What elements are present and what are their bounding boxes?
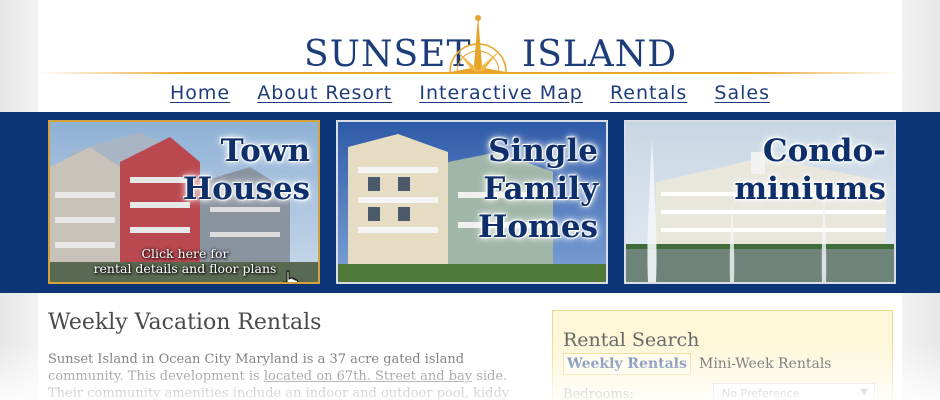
featured-band: Town Houses Click here for rental detail…: [0, 112, 940, 293]
main-content: Weekly Vacation Rentals Sunset Island in…: [48, 310, 528, 400]
bedrooms-label: Bedrooms:: [563, 387, 634, 400]
tab-mini-week-rentals[interactable]: Mini-Week Rentals: [696, 354, 835, 374]
nav-home[interactable]: Home: [170, 82, 230, 104]
intro-paragraph: Sunset Island in Ocean City Maryland is …: [48, 351, 528, 400]
card-title-line: Homes: [478, 209, 598, 245]
bedrooms-select-value: No Preference: [722, 387, 800, 400]
header-divider: [38, 72, 902, 74]
nav-rentals[interactable]: Rentals: [610, 82, 687, 104]
nav-interactive-map[interactable]: Interactive Map: [419, 82, 582, 104]
rental-tabs: Weekly Rentals Mini-Week Rentals: [563, 353, 835, 375]
card-title-line: Single: [488, 133, 598, 169]
card-title-town-houses: Town Houses: [183, 132, 310, 208]
card-title-line: miniums: [734, 171, 886, 207]
compass-rose-icon: [449, 15, 507, 74]
site-logo[interactable]: SUNSET ISLAND: [38, 14, 902, 76]
location-link[interactable]: located on 67th. Street and bay: [264, 369, 472, 384]
card-title-line: Town: [220, 133, 310, 169]
caption-line-1: Click here for: [141, 246, 229, 261]
card-title-line: Family: [483, 171, 598, 207]
rental-search-title: Rental Search: [563, 329, 700, 351]
card-caption: Click here for rental details and floor …: [80, 246, 290, 276]
page-title: Weekly Vacation Rentals: [48, 310, 322, 335]
chevron-down-icon: ▼: [860, 387, 868, 398]
card-title-condominiums: Condo- miniums: [734, 132, 886, 208]
caption-line-2: rental details and floor plans: [93, 261, 277, 276]
card-title-line: Houses: [182, 171, 310, 207]
nav-about-resort[interactable]: About Resort: [257, 82, 392, 104]
card-title-single-family-homes: Single Family Homes: [478, 132, 598, 246]
hand-cursor-icon: [283, 270, 299, 282]
card-town-houses[interactable]: Town Houses Click here for rental detail…: [48, 120, 320, 284]
bedrooms-select[interactable]: No Preference ▼: [713, 383, 875, 400]
main-nav: Home About Resort Interactive Map Rental…: [38, 82, 902, 104]
card-single-family-homes[interactable]: Single Family Homes: [336, 120, 608, 284]
card-title-line: Condo-: [762, 133, 886, 169]
tab-weekly-rentals[interactable]: Weekly Rentals: [563, 353, 691, 375]
card-condominiums[interactable]: Condo- miniums: [624, 120, 896, 284]
nav-sales[interactable]: Sales: [714, 82, 770, 104]
rental-search-panel: Rental Search Weekly Rentals Mini-Week R…: [552, 310, 893, 400]
logo-text-right: ISLAND: [522, 34, 678, 75]
